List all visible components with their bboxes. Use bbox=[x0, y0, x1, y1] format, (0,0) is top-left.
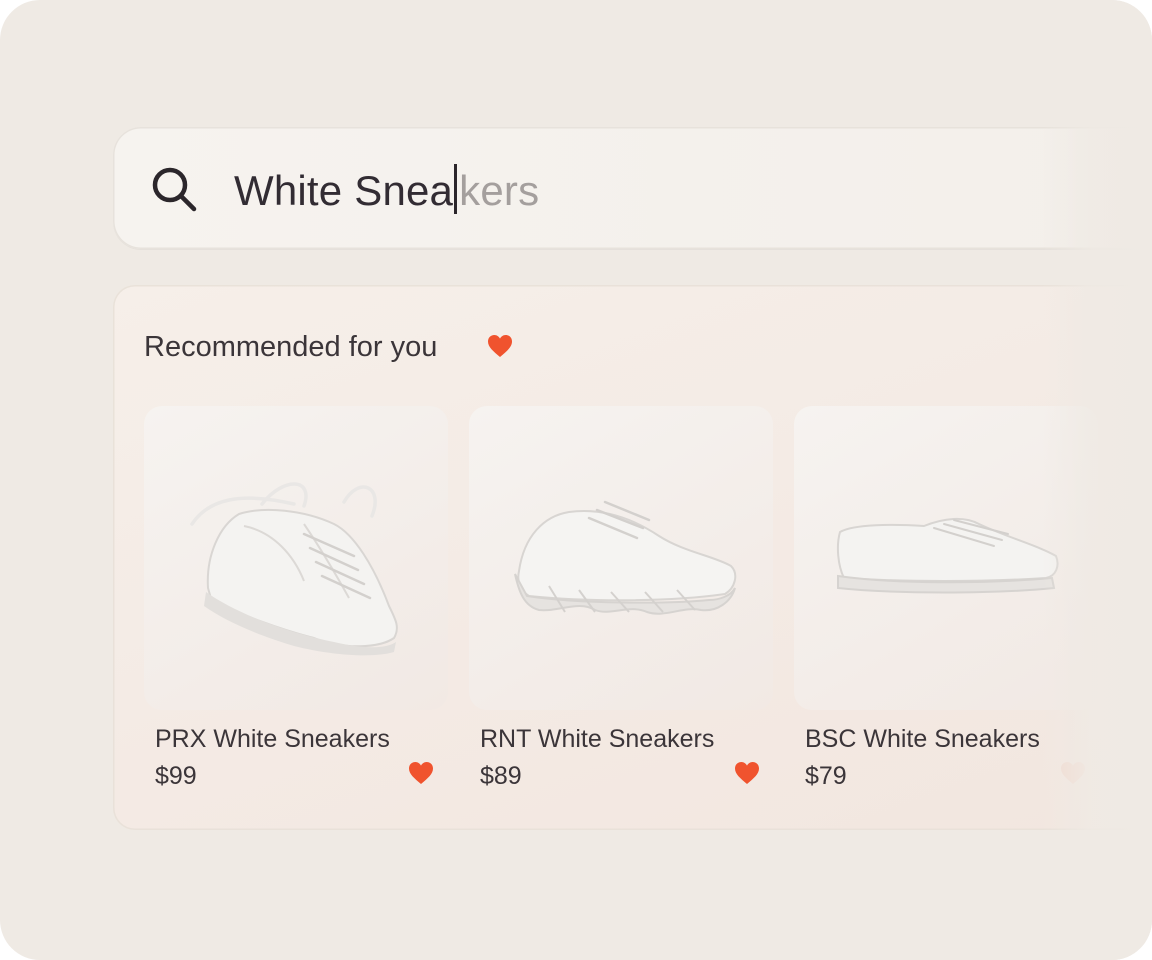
product-image-high-top-sneaker bbox=[190, 482, 398, 656]
search-autocomplete-suggestion: kers bbox=[459, 167, 540, 214]
app-frame: White Snea kers Recommended for you PRX W… bbox=[0, 0, 1152, 960]
search-typed-text: White Snea bbox=[234, 167, 454, 214]
product-price: $79 bbox=[805, 762, 847, 790]
favorite-heart-icon[interactable] bbox=[408, 761, 434, 785]
product-card[interactable] bbox=[144, 406, 448, 710]
product-card[interactable] bbox=[794, 406, 1098, 710]
product-name[interactable]: RNT White Sneakers bbox=[480, 723, 714, 755]
product-image-running-sneaker bbox=[514, 500, 737, 615]
product-card[interactable] bbox=[469, 406, 773, 710]
heart-icon bbox=[488, 335, 512, 357]
text-caret bbox=[454, 164, 458, 214]
product-price: $89 bbox=[480, 762, 522, 790]
favorite-heart-icon[interactable] bbox=[734, 761, 760, 785]
product-name[interactable]: PRX White Sneakers bbox=[155, 723, 390, 755]
product-image-low-top-sneaker bbox=[836, 518, 1059, 594]
recommendations-title: Recommended for you bbox=[144, 331, 438, 363]
search-icon[interactable] bbox=[148, 163, 200, 215]
search-input[interactable]: White Snea kers bbox=[234, 164, 539, 216]
product-name[interactable]: BSC White Sneakers bbox=[805, 723, 1040, 755]
favorite-heart-icon[interactable] bbox=[1060, 761, 1086, 785]
product-price: $99 bbox=[155, 762, 197, 790]
